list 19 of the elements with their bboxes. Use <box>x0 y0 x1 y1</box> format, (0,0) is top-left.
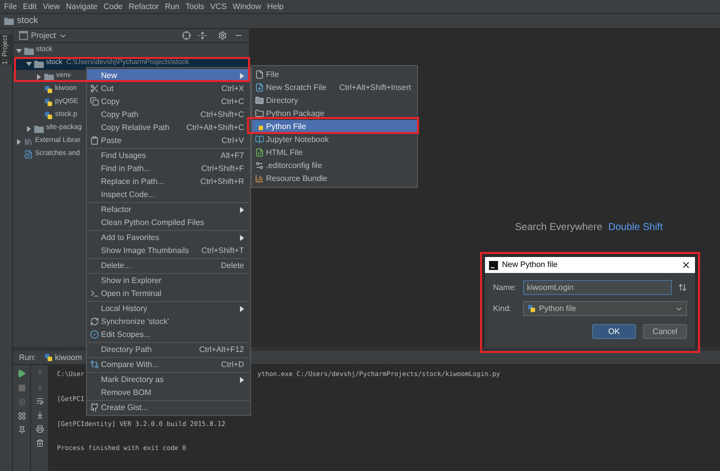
shortcut-text: Ctrl+Shift+R <box>200 176 244 188</box>
shortcut-text: Ctrl+D <box>221 358 244 370</box>
shortcut-text: Ctrl+C <box>221 96 244 108</box>
shortcut-text: Ctrl+X <box>222 82 244 94</box>
shortcut-text: Ctrl+Alt+F12 <box>199 344 244 356</box>
shortcut-text: Ctrl+Shift+T <box>201 244 244 256</box>
shortcut-text: Ctrl+Shift+C <box>200 108 244 120</box>
shortcut-text: Alt+F7 <box>220 150 244 162</box>
field-label: Name: <box>493 282 517 294</box>
field-label: Kind: <box>493 302 512 314</box>
run-label: Run: <box>19 352 36 364</box>
hint-action: Search Everywhere <box>515 221 602 235</box>
shortcut-text: Ctrl+Shift+F <box>201 162 244 174</box>
shortcut-text: Delete <box>220 260 244 272</box>
shortcut-text: Ctrl+Alt+Shift+C <box>186 122 244 134</box>
dialog-title: New Python file <box>502 259 559 271</box>
shortcut-text: Ctrl+Alt+Shift+Insert <box>339 82 411 94</box>
hint-shortcut: Double Shift <box>608 221 663 235</box>
shortcut-text: Ctrl+V <box>222 134 244 146</box>
